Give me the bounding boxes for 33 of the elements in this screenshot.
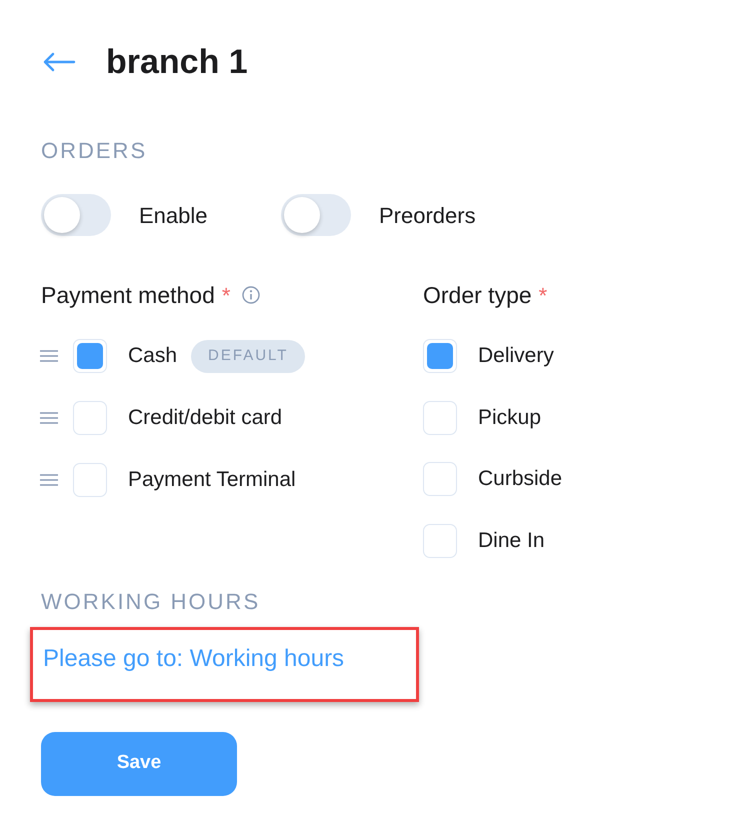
checkbox[interactable] bbox=[73, 463, 107, 497]
option-label: Curbside bbox=[478, 466, 562, 492]
checkbox[interactable] bbox=[423, 339, 457, 373]
toggle-label: Enable bbox=[139, 202, 208, 230]
page-title: branch 1 bbox=[106, 45, 248, 79]
required-mark: * bbox=[222, 282, 230, 310]
toggle-switch[interactable] bbox=[281, 194, 351, 236]
checkbox[interactable] bbox=[73, 339, 107, 373]
save-button[interactable]: Save bbox=[41, 732, 237, 796]
toggle-switch[interactable] bbox=[41, 194, 111, 236]
option-label: Delivery bbox=[478, 343, 554, 370]
section-heading: ORDERS bbox=[41, 140, 148, 162]
toggle-label: Preorders bbox=[379, 202, 476, 230]
option-label: Dine In bbox=[478, 528, 545, 554]
required-mark: * bbox=[538, 282, 548, 310]
option-label: Payment Terminal bbox=[128, 467, 296, 494]
checkbox[interactable] bbox=[423, 462, 457, 496]
working-hours-link[interactable]: Please go to: Working hours bbox=[43, 641, 344, 677]
option-label: Credit/debit card bbox=[128, 405, 282, 432]
checkbox[interactable] bbox=[73, 401, 107, 435]
checkbox[interactable] bbox=[423, 400, 457, 434]
option-label: Pickup bbox=[478, 404, 542, 431]
back-arrow-icon[interactable] bbox=[42, 52, 76, 72]
section-title: Payment method bbox=[41, 280, 215, 310]
drag-handle-icon[interactable] bbox=[40, 411, 58, 425]
drag-handle-icon[interactable] bbox=[40, 473, 58, 487]
info-icon[interactable] bbox=[242, 286, 260, 304]
section-title: Order type bbox=[423, 280, 532, 310]
drag-handle-icon[interactable] bbox=[40, 349, 58, 363]
section-heading: WORKING HOURS bbox=[41, 590, 262, 612]
option-label: Cash bbox=[128, 343, 178, 370]
checkbox[interactable] bbox=[423, 524, 457, 558]
default-badge: DEFAULT bbox=[191, 340, 306, 372]
